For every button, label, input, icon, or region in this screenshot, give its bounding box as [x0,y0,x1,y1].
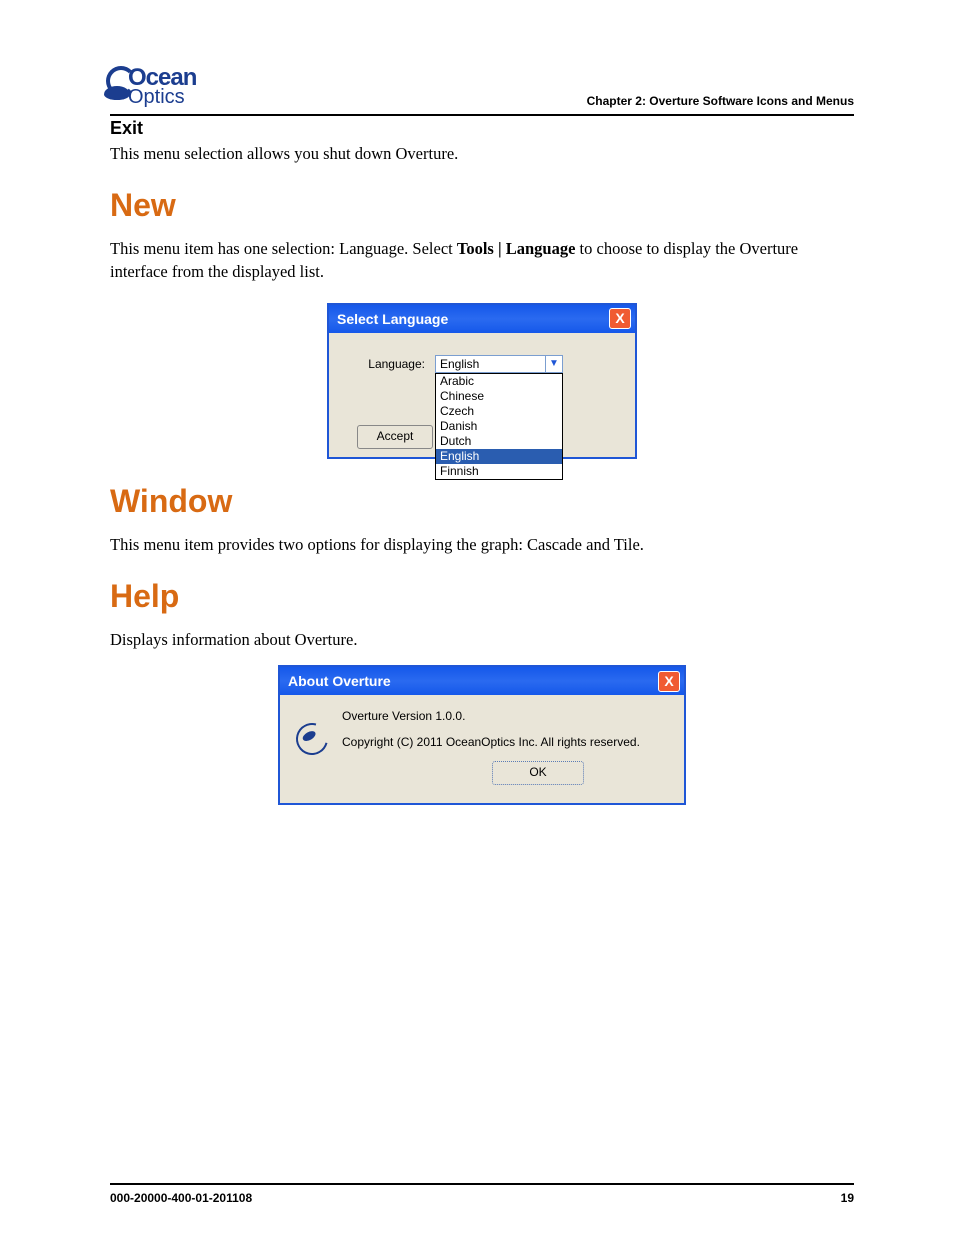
language-option[interactable]: Danish [436,419,562,434]
header-divider [110,114,854,116]
new-description: This menu item has one selection: Langua… [110,238,854,283]
exit-description: This menu selection allows you shut down… [110,143,854,165]
help-description: Displays information about Overture. [110,629,854,651]
ok-button[interactable]: OK [492,761,584,785]
document-number: 000-20000-400-01-201108 [110,1191,252,1205]
language-label: Language: [349,355,425,371]
heading-exit: Exit [110,118,854,139]
close-icon[interactable]: X [658,671,680,692]
chapter-heading: Chapter 2: Overture Software Icons and M… [587,94,854,108]
logo-text-bottom: Optics [128,86,230,109]
window-description: This menu item provides two options for … [110,534,854,556]
ocean-optics-logo: Ocean Optics [110,64,230,110]
dialog-titlebar[interactable]: About Overture X [280,667,684,695]
close-icon[interactable]: X [609,308,631,329]
footer-divider [110,1183,854,1185]
language-option[interactable]: Chinese [436,389,562,404]
language-selected-value: English [440,357,479,371]
about-overture-dialog: About Overture X Overture Version 1.0.0.… [278,665,686,805]
about-copyright-text: Copyright (C) 2011 OceanOptics Inc. All … [342,735,668,749]
about-version-text: Overture Version 1.0.0. [342,709,668,723]
heading-window: Window [110,483,854,520]
heading-new: New [110,187,854,224]
language-option[interactable]: Dutch [436,434,562,449]
language-option[interactable]: Czech [436,404,562,419]
language-dropdown-list[interactable]: Arabic Chinese Czech Danish Dutch Englis… [435,373,563,480]
new-text-pre: This menu item has one selection: Langua… [110,239,457,258]
select-language-dialog: Select Language X Language: English ▼ Ar… [327,303,637,459]
dialog-title: About Overture [288,673,391,689]
language-combobox[interactable]: English ▼ [435,355,563,373]
dialog-title: Select Language [337,311,448,327]
accept-button[interactable]: Accept [357,425,433,449]
page-number: 19 [841,1191,854,1205]
language-option[interactable]: Finnish [436,464,562,479]
logo-drop-icon [104,86,130,100]
chevron-down-icon[interactable]: ▼ [545,356,562,372]
language-option[interactable]: Arabic [436,374,562,389]
new-text-bold: Tools | Language [457,239,576,258]
dialog-titlebar[interactable]: Select Language X [329,305,635,333]
language-option-selected[interactable]: English [436,449,562,464]
heading-help: Help [110,578,854,615]
overture-logo-icon [290,717,334,761]
